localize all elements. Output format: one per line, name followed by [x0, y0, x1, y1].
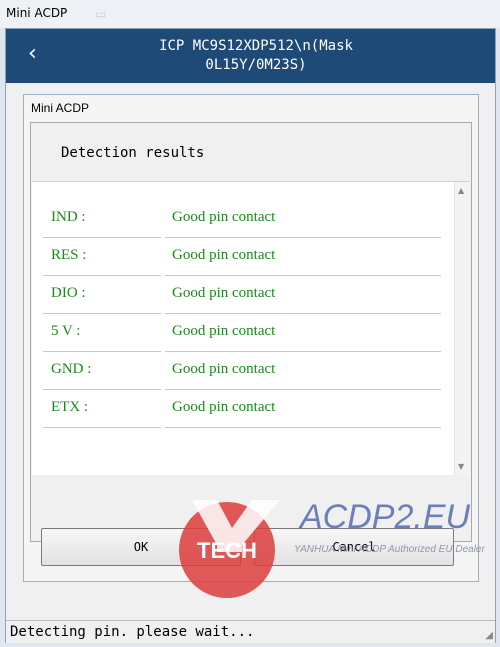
list-item: 5 V : Good pin contact — [43, 314, 441, 352]
pin-result: Good pin contact — [172, 285, 276, 301]
pin-cell: GND : — [43, 352, 161, 390]
pin-label: DIO : — [51, 285, 86, 301]
chevron-left-icon[interactable]: ‹ — [28, 41, 37, 66]
pin-result: Good pin contact — [172, 209, 276, 225]
list-item: ETX : Good pin contact — [43, 390, 441, 428]
result-cell: Good pin contact — [165, 276, 441, 314]
status-text: Detecting pin. please wait... — [10, 624, 255, 640]
result-cell: Good pin contact — [165, 390, 441, 428]
pin-label: ETX : — [51, 399, 89, 415]
background-window-ghost: ▭ — [95, 7, 107, 21]
pin-cell: RES : — [43, 238, 161, 276]
list-item: RES : Good pin contact — [43, 238, 441, 276]
dealer-text: YANHUA Mini ACDP Authorized EU Dealer — [294, 544, 485, 555]
pin-cell: 5 V : — [43, 314, 161, 352]
pin-label: GND : — [51, 361, 92, 377]
pin-label: IND : — [51, 209, 86, 225]
pin-result: Good pin contact — [172, 399, 276, 415]
results-list[interactable]: IND : Good pin contact RES : Good pin co… — [32, 181, 470, 475]
pin-cell: DIO : — [43, 276, 161, 314]
watermark: TECH ACDP2.EU YANHUA Mini ACDP Authorize… — [172, 470, 492, 598]
scroll-up-icon[interactable]: ▲ — [458, 186, 464, 195]
result-cell: Good pin contact — [165, 200, 441, 238]
brand-text: ACDP2.EU — [300, 498, 471, 536]
pin-cell: ETX : — [43, 390, 161, 428]
result-cell: Good pin contact — [165, 314, 441, 352]
list-item: GND : Good pin contact — [43, 352, 441, 390]
pin-label: 5 V : — [51, 323, 81, 339]
pin-cell: IND : — [43, 200, 161, 238]
pin-label: RES : — [51, 247, 87, 263]
pin-result: Good pin contact — [172, 361, 276, 377]
status-bar: Detecting pin. please wait... ◢ — [6, 620, 495, 643]
window-title: Mini ACDP — [6, 6, 68, 20]
pin-result: Good pin contact — [172, 323, 276, 339]
result-cell: Good pin contact — [165, 238, 441, 276]
app-header: ‹ ICP MC9S12XDP512\n(Mask 0L15Y/0M23S) — [6, 29, 495, 83]
header-title: ICP MC9S12XDP512\n(Mask 0L15Y/0M23S) — [159, 38, 353, 73]
list-item: DIO : Good pin contact — [43, 276, 441, 314]
window-titlebar: Mini ACDP ▭ — [0, 0, 500, 28]
result-cell: Good pin contact — [165, 352, 441, 390]
vertical-scrollbar[interactable]: ▲ ▼ — [454, 182, 470, 475]
pin-result: Good pin contact — [172, 247, 276, 263]
dialog-title: Mini ACDP — [31, 101, 90, 115]
list-item: IND : Good pin contact — [43, 200, 441, 238]
results-heading: Detection results — [61, 145, 205, 161]
resize-grip-icon[interactable]: ◢ — [485, 630, 493, 641]
logo-text: TECH — [197, 538, 257, 563]
